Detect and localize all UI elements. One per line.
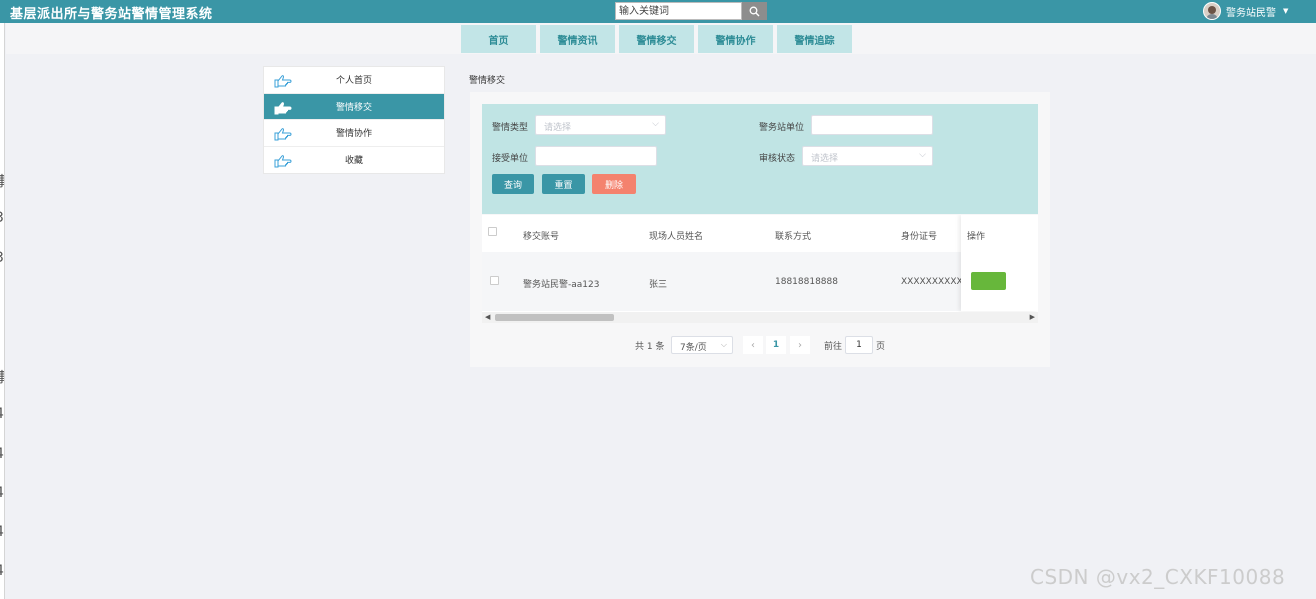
- filter-form: 警情类型 请选择 ⌵ 警务站单位 接受单位 审核状态 请选择 ⌵ 查询 重置 删…: [482, 104, 1038, 214]
- column-header: 现场人员姓名: [649, 232, 704, 242]
- status-select[interactable]: 请选择 ⌵: [802, 146, 933, 166]
- nav-item-home[interactable]: 首页: [461, 25, 536, 53]
- column-header: 联系方式: [775, 232, 812, 242]
- type-label: 警情类型: [492, 123, 529, 133]
- scroll-right-icon[interactable]: ▶: [1030, 313, 1035, 321]
- pointing-hand-icon: [274, 128, 292, 141]
- type-select[interactable]: 请选择 ⌵: [535, 115, 666, 135]
- user-name: 警务站民警: [1226, 7, 1276, 19]
- background-window-edge: 事 3 3 事 4 4 4 4 4: [0, 23, 5, 599]
- row-action-button[interactable]: [971, 272, 1006, 290]
- reset-button[interactable]: 重置: [542, 174, 585, 194]
- pagination-total: 共 1 条: [635, 341, 665, 352]
- status-select-placeholder: 请选择: [811, 154, 839, 164]
- horizontal-scrollbar[interactable]: ◀ ▶: [482, 312, 1038, 323]
- cell-account: 警务站民警-aa123: [523, 280, 600, 290]
- search-input[interactable]: [615, 2, 742, 20]
- column-header: 移交账号: [523, 232, 560, 242]
- cell-name: 张三: [649, 280, 668, 290]
- page-title: 警情移交: [469, 76, 506, 86]
- station-input[interactable]: [811, 115, 933, 135]
- sidebar-item-transfer[interactable]: 警情移交: [264, 93, 444, 120]
- page-size-select[interactable]: 7条/页 ⌵: [671, 336, 733, 354]
- chevron-down-icon: ⌵: [652, 119, 659, 129]
- nav-item-transfer[interactable]: 警情移交: [619, 25, 694, 53]
- type-select-placeholder: 请选择: [544, 123, 572, 133]
- goto-label: 前往: [824, 341, 843, 352]
- search-icon: [749, 6, 760, 16]
- column-header: 操作: [967, 232, 986, 242]
- search-button[interactable]: [742, 2, 767, 20]
- chevron-down-icon: ⌵: [720, 340, 727, 349]
- receiver-label: 接受单位: [492, 154, 529, 164]
- delete-button[interactable]: 删除: [592, 174, 636, 194]
- chevron-down-icon: ⌵: [919, 150, 926, 160]
- next-page-button[interactable]: ›: [790, 336, 810, 354]
- receiver-input[interactable]: [535, 146, 657, 166]
- user-menu[interactable]: 警务站民警 ▼: [1203, 2, 1288, 20]
- pointing-hand-icon: [274, 154, 292, 167]
- scroll-left-icon[interactable]: ◀: [485, 313, 490, 321]
- chevron-down-icon: ▼: [1283, 7, 1289, 15]
- pointing-hand-icon: [274, 101, 292, 114]
- nav-item-collaboration[interactable]: 警情协作: [698, 25, 773, 53]
- watermark: CSDN @vx2_CXKF10088: [1030, 565, 1286, 589]
- prev-page-button[interactable]: ‹: [743, 336, 763, 354]
- sidebar: 个人首页 警情移交 警情协作 收藏: [263, 66, 445, 174]
- status-label: 审核状态: [759, 154, 796, 164]
- row-checkbox[interactable]: [490, 276, 499, 285]
- sidebar-item-favorites[interactable]: 收藏: [264, 147, 444, 174]
- query-button[interactable]: 查询: [492, 174, 534, 194]
- column-header: 身份证号: [901, 232, 938, 242]
- page-number[interactable]: 1: [766, 336, 786, 354]
- avatar: [1203, 2, 1221, 20]
- page-unit-label: 页: [876, 341, 886, 352]
- app-title: 基层派出所与警务站警情管理系统: [10, 7, 213, 22]
- top-header: 基层派出所与警务站警情管理系统 警务站民警 ▼: [0, 0, 1316, 23]
- operations-column: 操作: [961, 215, 1038, 311]
- nav-item-tracking[interactable]: 警情追踪: [777, 25, 852, 53]
- goto-page-input[interactable]: 1: [845, 336, 873, 354]
- cell-phone: 18818818888: [775, 277, 838, 287]
- select-all-checkbox[interactable]: [488, 227, 497, 236]
- nav-item-news[interactable]: 警情资讯: [540, 25, 615, 53]
- station-label: 警务站单位: [759, 123, 805, 133]
- scrollbar-thumb[interactable]: [495, 314, 614, 321]
- sidebar-item-collaboration[interactable]: 警情协作: [264, 120, 444, 147]
- data-table: 移交账号 现场人员姓名 联系方式 身份证号 警务站民警-aa123 张三 188…: [482, 215, 1038, 323]
- pointing-hand-icon: [274, 75, 292, 88]
- sidebar-item-profile[interactable]: 个人首页: [264, 67, 444, 94]
- page-size-value: 7条/页: [680, 343, 707, 353]
